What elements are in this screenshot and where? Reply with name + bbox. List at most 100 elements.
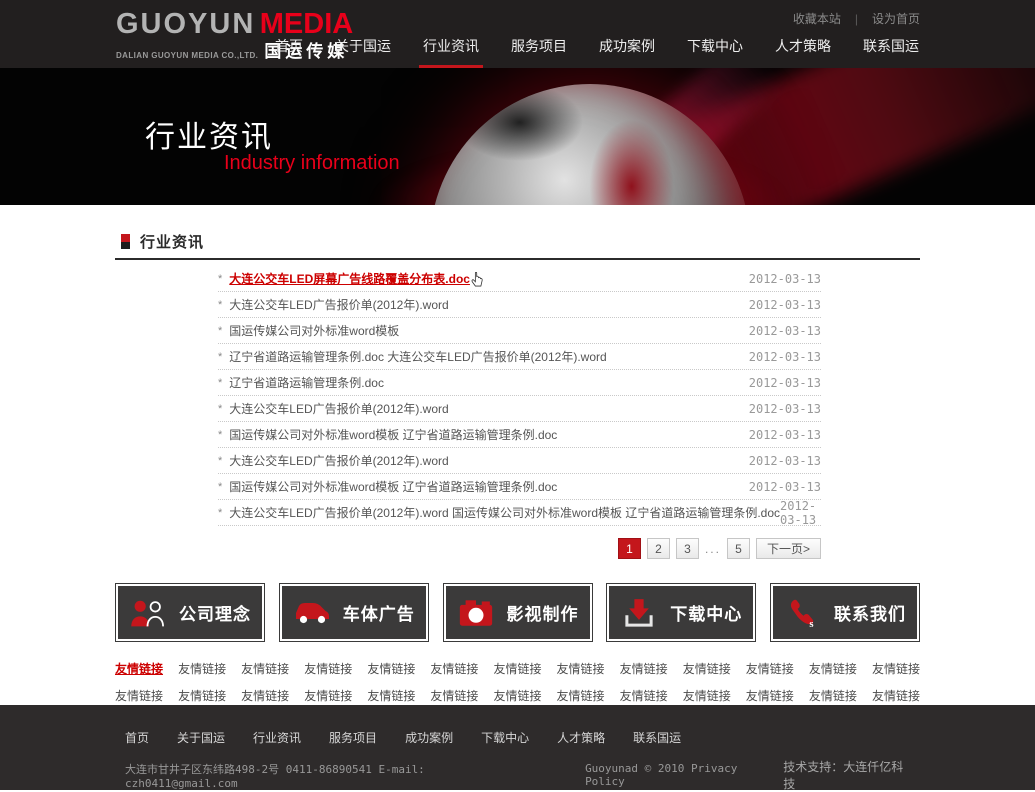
favorite-link[interactable]: 收藏本站 <box>793 12 841 26</box>
friend-link[interactable]: 友情链接 <box>493 660 541 677</box>
section-head: 行业资讯 <box>115 231 920 260</box>
camera-icon <box>457 598 495 628</box>
friend-link[interactable]: 友情链接 <box>683 660 731 677</box>
pagination-page-1[interactable]: 1 <box>618 538 641 559</box>
feature-button-download[interactable]: 下载中心 <box>606 583 756 642</box>
footer-copyright: Guoyunad © 2010 Privacy Policy <box>585 762 783 788</box>
news-marker: * <box>218 507 222 519</box>
friend-link[interactable]: 友情链接 <box>178 687 226 704</box>
nav-item-talent[interactable]: 人才策略 <box>759 36 847 68</box>
friend-link[interactable]: 友情链接 <box>115 660 163 677</box>
friend-link[interactable]: 友情链接 <box>872 660 920 677</box>
feature-button-car[interactable]: 车体广告 <box>279 583 429 642</box>
banner-title: 行业资讯 <box>145 112 273 156</box>
friend-link[interactable]: 友情链接 <box>620 660 668 677</box>
news-marker: * <box>218 273 222 285</box>
feature-buttons: 公司理念 车体广告 影视制作 下载中心 s联系我们 <box>115 583 920 642</box>
news-link[interactable]: 国运传媒公司对外标准word模板 <box>229 322 399 339</box>
footer-support: 技术支持：大连仟亿科技 <box>783 758 915 792</box>
nav-item-cases[interactable]: 成功案例 <box>583 36 671 68</box>
nav-item-industry-info[interactable]: 行业资讯 <box>407 36 495 68</box>
friend-link[interactable]: 友情链接 <box>367 687 415 704</box>
friend-link[interactable]: 友情链接 <box>430 660 478 677</box>
news-date: 2012-03-13 <box>749 272 821 286</box>
footer-nav-item[interactable]: 关于国运 <box>177 729 225 746</box>
news-date: 2012-03-13 <box>749 298 821 312</box>
news-link[interactable]: 辽宁省道路运输管理条例.doc <box>229 374 384 391</box>
news-marker: * <box>218 403 222 415</box>
friend-link[interactable]: 友情链接 <box>430 687 478 704</box>
nav-item-download[interactable]: 下载中心 <box>671 36 759 68</box>
friend-link[interactable]: 友情链接 <box>241 660 289 677</box>
main-nav: 首页关于国运行业资讯服务项目成功案例下载中心人才策略联系国运 <box>259 36 935 68</box>
section-title: 行业资讯 <box>140 231 204 252</box>
footer-nav-item[interactable]: 服务项目 <box>329 729 377 746</box>
friend-link[interactable]: 友情链接 <box>557 687 605 704</box>
news-link[interactable]: 国运传媒公司对外标准word模板 辽宁省道路运输管理条例.doc <box>229 426 557 443</box>
feature-inner: 公司理念 <box>118 586 262 639</box>
footer-info: 大连市甘井子区东纬路498-2号 0411-86890541 E-mail: c… <box>125 758 915 792</box>
nav-item-home[interactable]: 首页 <box>259 36 319 68</box>
friend-link[interactable]: 友情链接 <box>115 687 163 704</box>
friend-link[interactable]: 友情链接 <box>367 660 415 677</box>
footer-nav-item[interactable]: 下载中心 <box>481 729 529 746</box>
friend-link[interactable]: 友情链接 <box>304 660 352 677</box>
friend-links: 友情链接友情链接友情链接友情链接友情链接友情链接友情链接友情链接友情链接友情链接… <box>115 660 920 704</box>
news-row: *大连公交车LED广告报价单(2012年).word2012-03-13 <box>218 396 821 422</box>
friend-link[interactable]: 友情链接 <box>683 687 731 704</box>
news-link[interactable]: 大连公交车LED广告报价单(2012年).word <box>229 400 448 417</box>
news-link[interactable]: 大连公交车LED屏幕广告线路覆盖分布表.doc <box>229 270 470 287</box>
feature-label: 影视制作 <box>507 600 579 625</box>
friend-link[interactable]: 友情链接 <box>241 687 289 704</box>
friend-link[interactable]: 友情链接 <box>178 660 226 677</box>
footer-address: 大连市甘井子区东纬路498-2号 0411-86890541 E-mail: c… <box>125 761 543 790</box>
site-footer: 首页 关于国运 行业资讯 服务项目 成功案例 下载中心 人才策略 联系国运 大连市甘井子区东纬… <box>0 705 1035 790</box>
feature-button-camera[interactable]: 影视制作 <box>443 583 593 642</box>
friend-link[interactable]: 友情链接 <box>304 687 352 704</box>
topbar: 收藏本站|设为首页 <box>793 10 920 27</box>
friend-links-row: 友情链接友情链接友情链接友情链接友情链接友情链接友情链接友情链接友情链接友情链接… <box>115 687 920 704</box>
footer-nav-item[interactable]: 人才策略 <box>557 729 605 746</box>
friend-link[interactable]: 友情链接 <box>557 660 605 677</box>
content: 行业资讯 *大连公交车LED屏幕广告线路覆盖分布表.doc2012-03-13*… <box>0 205 1035 705</box>
news-row: *辽宁省道路运输管理条例.doc 大连公交车LED广告报价单(2012年).wo… <box>218 344 821 370</box>
news-list: * 大连公交车LED屏幕广告线路覆盖分布表.doc 2012-03-13 * 大连公交车… <box>218 266 821 526</box>
feature-inner: 下载中心 <box>609 586 753 639</box>
news-date: 2012-03-13 <box>749 376 821 390</box>
feature-label: 公司理念 <box>179 600 251 625</box>
news-link[interactable]: 大连公交车LED广告报价单(2012年).word 国运传媒公司对外标准word… <box>229 504 780 521</box>
friend-link[interactable]: 友情链接 <box>746 687 794 704</box>
footer-nav-item[interactable]: 首页 <box>125 729 149 746</box>
footer-nav-item[interactable]: 成功案例 <box>405 729 453 746</box>
footer-nav-item[interactable]: 联系国运 <box>633 729 681 746</box>
friend-link[interactable]: 友情链接 <box>746 660 794 677</box>
footer-nav: 首页 关于国运 行业资讯 服务项目 成功案例 下载中心 人才策略 联系国运 <box>125 729 915 746</box>
friend-link[interactable]: 友情链接 <box>620 687 668 704</box>
news-row: * 大连公交车LED广告报价单(2012年).word 国运传媒公司对外标准wor… <box>218 500 821 526</box>
nav-item-services[interactable]: 服务项目 <box>495 36 583 68</box>
news-marker: * <box>218 481 222 493</box>
nav-item-contact[interactable]: 联系国运 <box>847 36 935 68</box>
friend-link[interactable]: 友情链接 <box>493 687 541 704</box>
news-date: 2012-03-13 <box>749 480 821 494</box>
friend-link[interactable]: 友情链接 <box>872 687 920 704</box>
pagination-page-2[interactable]: 2 <box>647 538 670 559</box>
footer-nav-item[interactable]: 行业资讯 <box>253 729 301 746</box>
news-link[interactable]: 大连公交车LED广告报价单(2012年).word <box>229 296 448 313</box>
news-marker: * <box>218 299 222 311</box>
banner: 行业资讯 Industry information <box>0 68 1035 205</box>
nav-item-about[interactable]: 关于国运 <box>319 36 407 68</box>
news-link[interactable]: 大连公交车LED广告报价单(2012年).word <box>229 452 448 469</box>
feature-button-people[interactable]: 公司理念 <box>115 583 265 642</box>
pagination-page-3[interactable]: 3 <box>676 538 699 559</box>
set-home-link[interactable]: 设为首页 <box>872 12 920 26</box>
news-link[interactable]: 辽宁省道路运输管理条例.doc 大连公交车LED广告报价单(2012年).wor… <box>229 348 606 365</box>
feature-button-phone[interactable]: s联系我们 <box>770 583 920 642</box>
pagination-page-5[interactable]: 5 <box>727 538 750 559</box>
friend-link[interactable]: 友情链接 <box>809 687 857 704</box>
news-link[interactable]: 国运传媒公司对外标准word模板 辽宁省道路运输管理条例.doc <box>229 478 557 495</box>
news-marker: * <box>218 455 222 467</box>
friend-link[interactable]: 友情链接 <box>809 660 857 677</box>
pagination-next-button[interactable]: 下一页> <box>756 538 821 559</box>
feature-label: 车体广告 <box>343 600 415 625</box>
